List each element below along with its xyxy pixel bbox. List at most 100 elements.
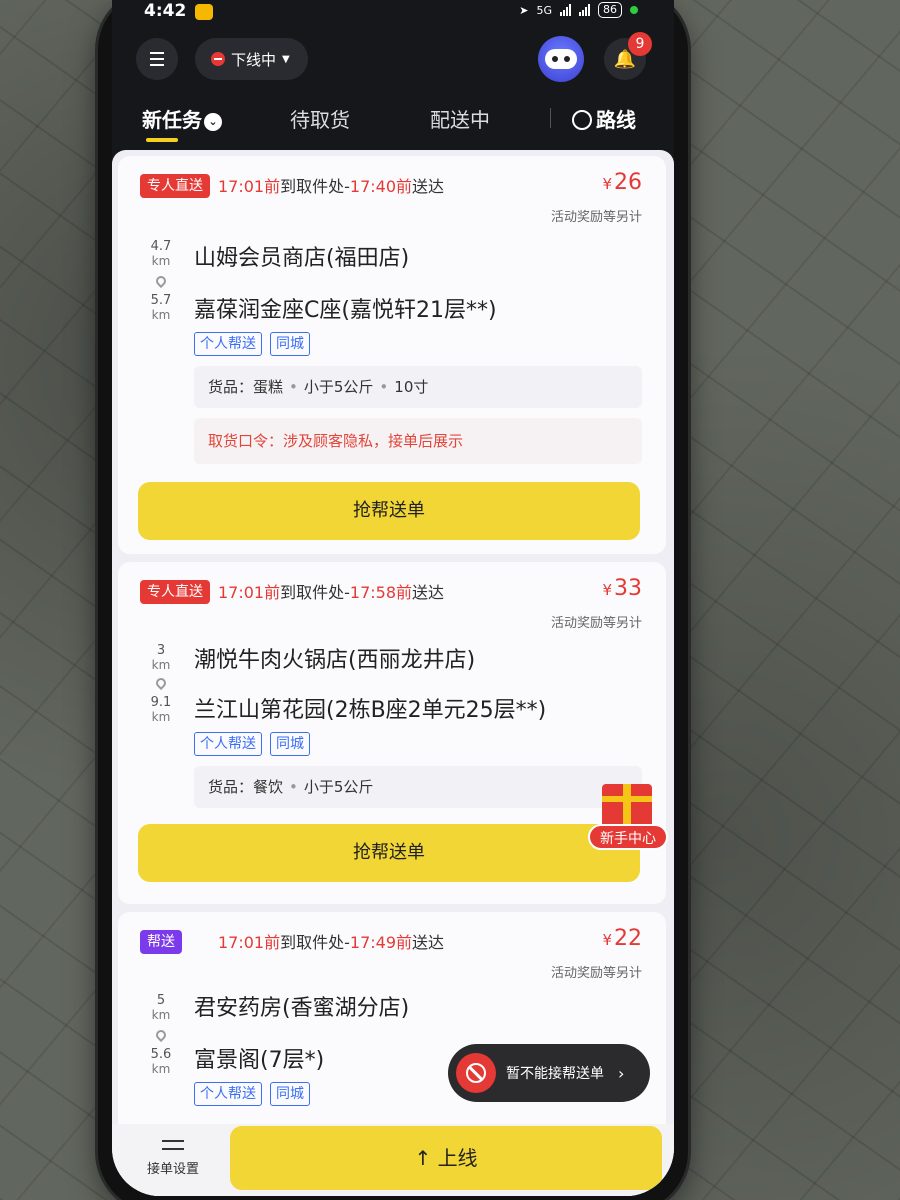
grab-order-button[interactable]: 抢帮送单 [138, 824, 640, 882]
reward-note: 活动奖励等另计 [550, 616, 642, 631]
distance-value: 5 [156, 993, 166, 1008]
distance-value: 9.1 [150, 695, 172, 710]
order-price: ¥33 [602, 576, 642, 601]
delivery-address: 嘉葆润金座C座(嘉悦轩21层**) [194, 298, 497, 323]
tag-personal: 个人帮送 [194, 332, 262, 356]
privacy-dot [630, 6, 638, 14]
deliver-deadline: 17:58前 [349, 583, 413, 602]
pickup-code-notice: 取货口令：涉及顾客隐私，接单后展示 [194, 418, 642, 464]
delivery-address: 兰江山第花园(2栋B座2单元25层**) [194, 698, 547, 723]
tab-label: 配送中 [430, 108, 490, 132]
price-value: 26 [614, 170, 642, 195]
tag-personal: 个人帮送 [194, 1082, 262, 1106]
order-tags: 个人帮送 同城 [194, 732, 310, 756]
time-window: 17:01前到取件处-17:58前送达 [218, 579, 444, 603]
toast-text: 暂不能接帮送单 [506, 1066, 604, 1082]
goods-info: 货品：蛋糕 • 小于5公斤 • 10寸 [194, 366, 642, 408]
deliver-deadline: 17:49前 [349, 933, 413, 952]
status-bar: 4:42 ➤ 5G 86 [112, 0, 674, 24]
status-right: ➤ 5G 86 [519, 2, 638, 18]
arrow-up-icon: ↑ [414, 1146, 438, 1170]
tab-new-tasks[interactable]: 新任务 ⌄ [142, 104, 222, 133]
pickup-address: 君安药房(香蜜湖分店) [194, 996, 410, 1021]
to-pickup-text: 到取件处- [280, 933, 350, 952]
tag-personal: 个人帮送 [194, 732, 262, 756]
tab-awaiting-pickup[interactable]: 待取货 [290, 104, 350, 133]
pickup-address: 山姆会员商店(福田店) [194, 246, 410, 271]
tab-bar: 新任务 ⌄ 待取货 配送中 路线 [112, 98, 674, 142]
offline-icon [211, 52, 225, 66]
chevron-down-icon: ⌄ [204, 113, 222, 131]
location-pin-icon [153, 675, 169, 691]
go-online-button[interactable]: ↑ 上线 [230, 1126, 662, 1190]
newbie-center-label: 新手中心 [588, 824, 668, 850]
order-card[interactable]: 专人直送 17:01前到取件处-17:58前送达 ¥33 活动奖励等另计 3 km… [118, 562, 666, 904]
grab-order-button[interactable]: 抢帮送单 [138, 482, 640, 540]
bottom-bar: 接单设置 ↑ 上线 [112, 1124, 674, 1196]
chevron-right-icon: › [618, 1063, 625, 1083]
to-pickup-text: 到取件处- [280, 583, 350, 602]
order-price: ¥22 [602, 926, 642, 951]
tab-delivering[interactable]: 配送中 [430, 104, 490, 133]
pickup-deadline: 17:01前 [218, 177, 281, 196]
order-type-badge: 专人直送 [140, 174, 210, 198]
caret-down-icon: ▼ [282, 53, 290, 65]
robot-assistant-icon[interactable] [538, 36, 584, 82]
tag-same-city: 同城 [270, 332, 310, 356]
location-arrow-icon: ➤ [519, 3, 529, 17]
tab-label: 路线 [596, 108, 636, 132]
work-status-toggle[interactable]: 下线中 ▼ [195, 38, 308, 80]
pickup-distance: 3 km [146, 643, 176, 673]
deliver-distance: 9.1 km [146, 695, 176, 725]
battery-indicator: 86 [598, 2, 622, 18]
newbie-center-button[interactable]: 新手中心 [588, 784, 670, 858]
deliver-suffix: 送达 [412, 177, 445, 196]
gift-icon [602, 784, 652, 828]
distance-unit: km [151, 658, 171, 672]
distance-value: 5.7 [150, 293, 172, 308]
order-tags: 个人帮送 同城 [194, 332, 310, 356]
work-status-label: 下线中 [231, 50, 277, 69]
order-price: ¥26 [602, 170, 642, 195]
route-icon [572, 110, 592, 130]
distance-unit: km [151, 710, 171, 724]
deliver-distance: 5.6 km [146, 1048, 176, 1077]
deliver-suffix: 送达 [412, 583, 445, 602]
goods-weight: 小于5公斤 [303, 778, 374, 796]
cannot-accept-toast[interactable]: 暂不能接帮送单 › [448, 1044, 650, 1102]
menu-icon[interactable] [136, 38, 178, 80]
signal-icon-2 [579, 4, 590, 16]
deliver-distance: 5.7 km [146, 293, 176, 323]
order-card[interactable]: 专人直送 17:01前到取件处-17:40前送达 ¥26 活动奖励等另计 4.7… [118, 156, 666, 554]
currency-symbol: ¥ [602, 581, 612, 599]
time-window: 17:01前到取件处-17:49前送达 [218, 929, 444, 953]
go-online-label: 上线 [437, 1146, 478, 1170]
signal-icon [560, 4, 571, 16]
tab-label: 新任务 [142, 108, 202, 132]
deliver-deadline: 17:40前 [349, 177, 413, 196]
pickup-address: 潮悦牛肉火锅店(西丽龙井店) [194, 648, 476, 673]
distance-unit: km [151, 308, 171, 322]
location-pin-icon [153, 1027, 169, 1043]
distance-value: 3 [156, 643, 166, 658]
tag-same-city: 同城 [270, 732, 310, 756]
currency-symbol: ¥ [602, 175, 612, 193]
reward-note: 活动奖励等另计 [550, 966, 642, 981]
distance-unit: km [151, 1008, 171, 1022]
currency-symbol: ¥ [602, 931, 612, 949]
order-settings-button[interactable]: 接单设置 [138, 1138, 208, 1177]
notification-badge: 9 [628, 32, 652, 56]
order-list[interactable]: 专人直送 17:01前到取件处-17:40前送达 ¥26 活动奖励等另计 4.7… [112, 150, 674, 1196]
tab-label: 待取货 [290, 108, 350, 132]
network-label: 5G [536, 3, 552, 17]
location-pin-icon [153, 273, 169, 289]
goods-weight: 小于5公斤 [303, 378, 374, 396]
pickup-deadline: 17:01前 [218, 933, 281, 952]
tab-route[interactable]: 路线 [572, 104, 636, 133]
app-screen: 4:42 ➤ 5G 86 下线中 ▼ 🔔 9 新任务 ⌄ 待取货 配送中 路线 … [112, 0, 674, 1196]
order-settings-label: 接单设置 [146, 1162, 199, 1177]
order-type-badge: 帮送 [140, 930, 182, 954]
price-value: 22 [614, 926, 642, 951]
order-type-badge: 专人直送 [140, 580, 210, 604]
time-window: 17:01前到取件处-17:40前送达 [218, 173, 444, 197]
